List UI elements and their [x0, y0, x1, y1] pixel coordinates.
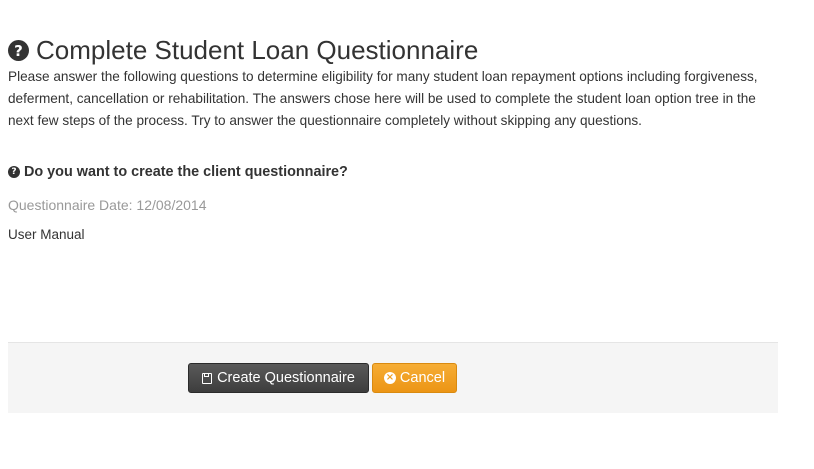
question-heading: ? Do you want to create the client quest… [8, 164, 348, 180]
times-circle-icon: × [383, 372, 396, 384]
user-manual-link[interactable]: User Manual [8, 227, 85, 242]
page-title-text: Complete Student Loan Questionnaire [36, 35, 479, 66]
questionnaire-date: Questionnaire Date: 12/08/2014 [8, 197, 207, 213]
create-questionnaire-button[interactable]: Create Questionnaire [188, 363, 369, 393]
save-icon [202, 372, 213, 384]
question-text: Do you want to create the client questio… [24, 164, 348, 180]
cancel-label: Cancel [399, 370, 446, 386]
question-circle-icon: ? [8, 166, 20, 178]
create-questionnaire-label: Create Questionnaire [217, 370, 355, 386]
question-circle-icon: ? [8, 40, 29, 62]
cancel-button[interactable]: × Cancel [372, 363, 457, 393]
form-actions: Create Questionnaire × Cancel [8, 342, 778, 413]
page-title: ? Complete Student Loan Questionnaire [8, 35, 478, 66]
intro-paragraph: Please answer the following questions to… [8, 69, 758, 128]
